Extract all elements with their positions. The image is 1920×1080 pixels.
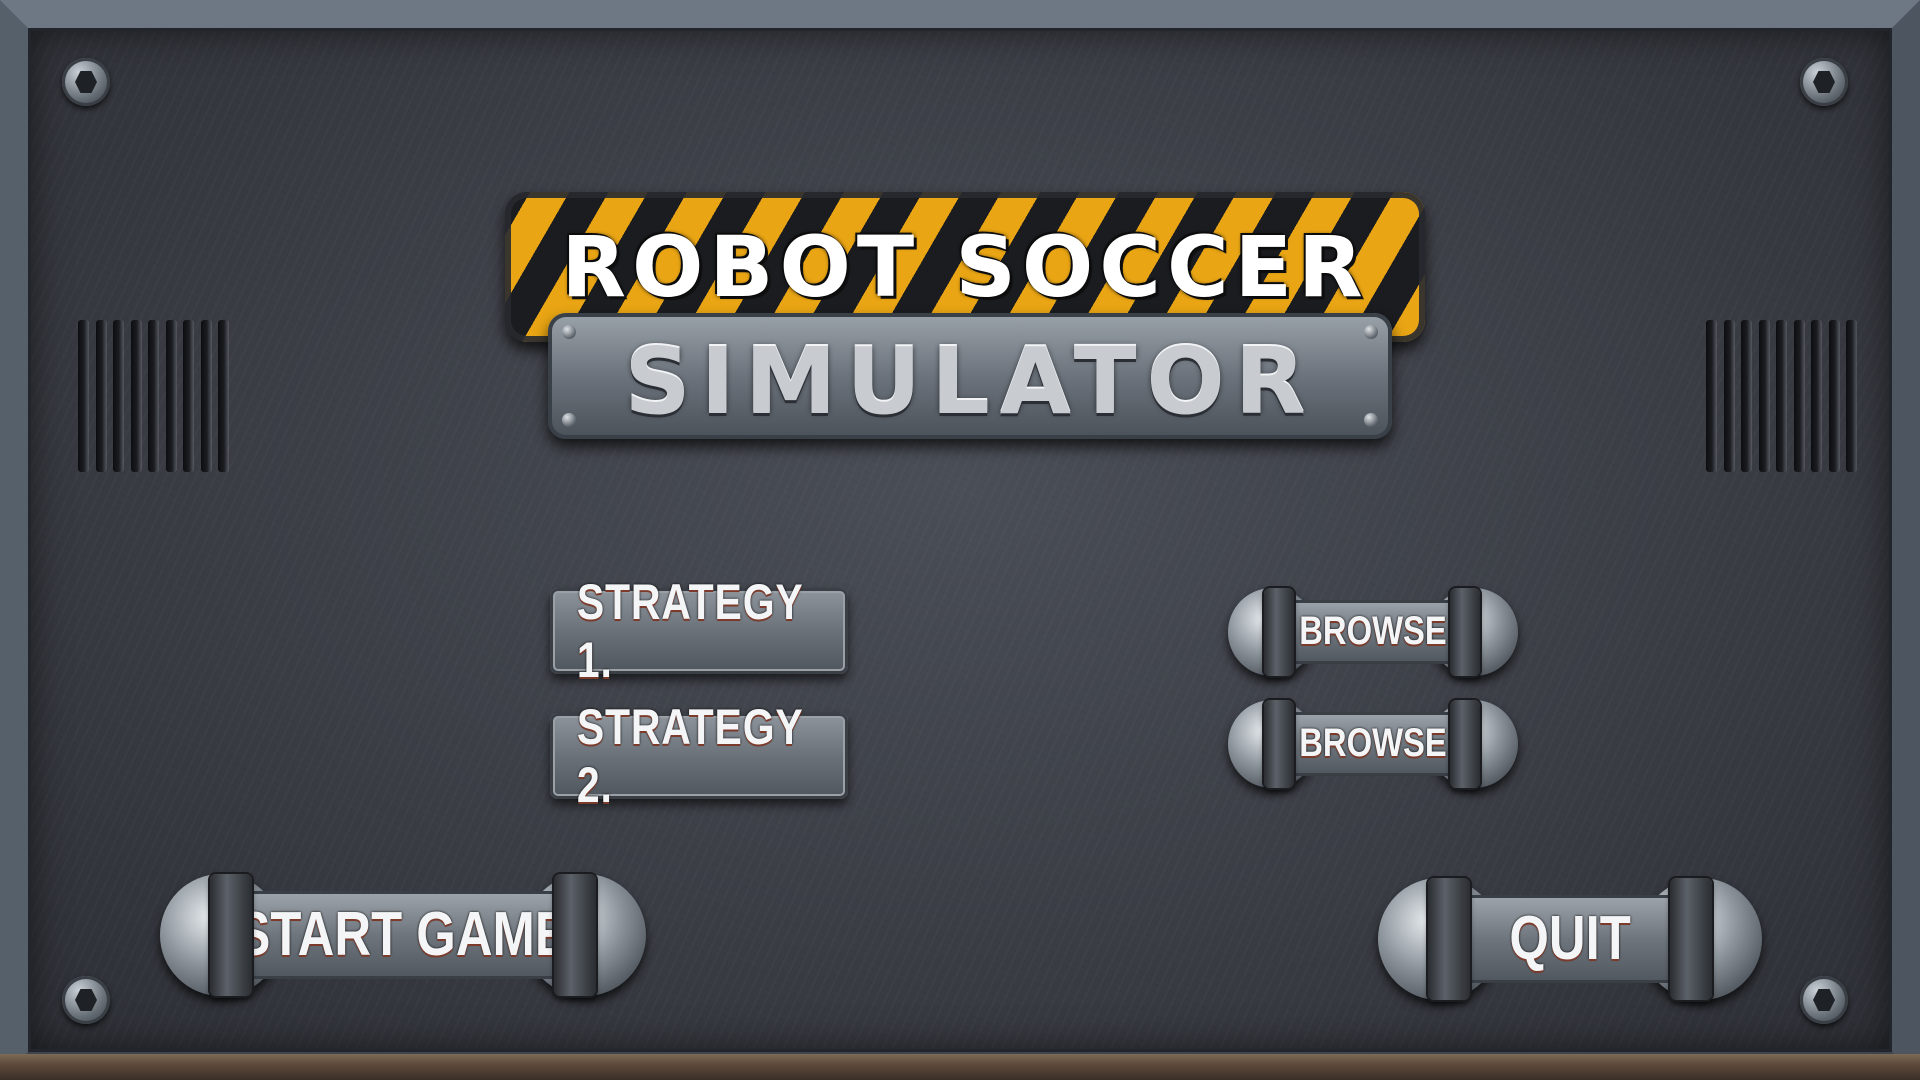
browse-1-label: BROWSE [1299,609,1447,654]
strategy-1-plate[interactable]: STRATEGY 1. [550,574,848,688]
quit-button[interactable]: QUIT [1378,878,1762,1000]
bolt-icon [62,976,110,1024]
strategy-1-label: STRATEGY 1. [576,574,803,688]
browse-strategy-2-button[interactable]: BROWSE [1228,700,1518,788]
start-game-button[interactable]: START GAME [160,874,646,996]
panel-bottom-edge [0,1054,1920,1080]
bolt-icon [62,58,110,106]
bolt-icon [1800,58,1848,106]
start-game-label: START GAME [236,900,570,970]
strategy-2-plate[interactable]: STRATEGY 2. [550,699,848,813]
right-vent-grille [1706,320,1856,472]
bolt-icon [1800,976,1848,1024]
quit-label: QUIT [1509,904,1631,974]
strategy-2-label: STRATEGY 2. [576,699,803,813]
game-subtitle: SIMULATOR [624,328,1316,435]
browse-2-label: BROWSE [1299,721,1447,766]
left-vent-grille [78,320,228,472]
game-title: ROBOT SOCCER [561,218,1369,316]
browse-strategy-1-button[interactable]: BROWSE [1228,588,1518,676]
